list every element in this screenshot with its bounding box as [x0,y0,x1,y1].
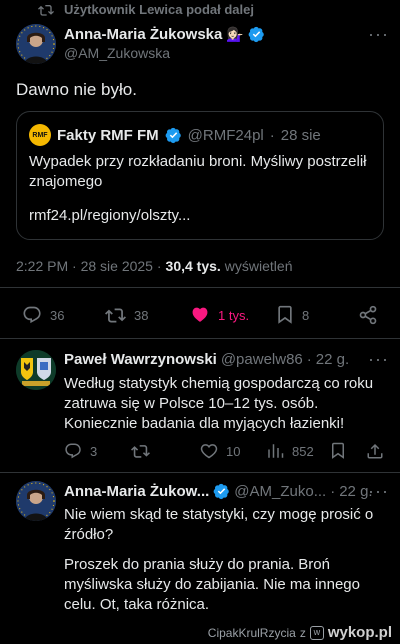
divider [0,287,400,288]
author-handle[interactable]: @AM_Zuko... [234,483,326,500]
wykop-logo-icon: w [309,625,324,640]
reply-count: 3 [90,443,98,459]
repost-button[interactable]: 38 [105,305,148,325]
reply-text: Nie wiem skąd te statystyki, czy mogę pr… [64,506,374,543]
share-icon [367,443,383,459]
avatar[interactable] [16,24,56,64]
heart-icon [200,444,218,459]
like-count: 10 [226,443,241,459]
author-name[interactable]: Paweł Wawrzynowski [64,351,217,368]
author-name[interactable]: Anna-Maria Żukowska [64,26,222,43]
views-icon [268,444,284,458]
tweet-meta: 2:22 PM · 28 sie 2025 · 30,4 tys. wyświe… [16,258,293,274]
bookmark-icon [332,442,344,459]
quote-handle: @RMF24pl [187,126,264,144]
divider [0,338,400,339]
avatar[interactable] [16,481,56,521]
quote-link[interactable]: rmf24.pl/regiony/olszty... [29,207,190,224]
reply-time[interactable]: 22 g. [316,351,349,368]
tweet-text: Dawno nie było. [16,80,137,99]
author-handle[interactable]: @AM_Zukowska [64,45,170,61]
reply-icon [23,306,41,324]
verified-badge-icon [165,127,182,144]
watermark-z: z [299,625,306,640]
verified-badge-icon [213,483,230,500]
more-options-icon[interactable]: ··· [368,481,389,502]
watermark: CipakKrulRzycia z w wykop.pl [208,624,392,641]
reply-dot: · [330,483,336,500]
divider [0,472,400,473]
watermark-brand: wykop.pl [327,624,392,641]
author-name[interactable]: Anna-Maria Żukow... [64,483,209,500]
quote-card[interactable]: RMF Fakty RMF FM @RMF24pl · 28 sie Wypad… [16,111,384,240]
views-button[interactable]: 852 [266,442,314,460]
reply-text: Według statystyk chemią gospodarczą co r… [64,375,374,432]
repost-button[interactable] [131,442,158,460]
reply-count: 36 [50,307,65,323]
reply-button[interactable]: 3 [64,442,97,460]
more-options-icon[interactable]: ··· [368,349,389,370]
tweet-time[interactable]: 2:22 PM · 28 sie 2025 · [16,258,162,274]
reply-dot: · [306,351,312,368]
reply-icon [65,443,81,459]
repost-header-text: Użytkownik Lewica podał dalej [64,2,254,17]
repost-icon [38,3,54,17]
bookmark-button[interactable]: 8 [276,305,309,325]
watermark-user: CipakKrulRzycia [207,625,296,640]
reply-button[interactable]: 36 [22,305,64,325]
repost-count: 38 [134,307,149,323]
avatar[interactable] [16,350,56,390]
quote-author-name: Fakty RMF FM [57,126,159,144]
quote-text: Wypadek przy rozkładaniu broni. Myśliwy … [29,153,367,190]
heart-icon [192,307,208,322]
verified-badge-icon [248,26,265,43]
views-count: 30,4 tys. [165,258,221,274]
bookmark-button[interactable] [330,442,346,465]
bookmark-icon [278,305,292,324]
author-emoji: 💁🏻‍♀️ [226,26,244,42]
share-button[interactable] [366,442,384,465]
quote-dot: · [269,126,275,144]
like-button[interactable]: 10 [200,442,240,460]
repost-icon [131,445,150,458]
repost-header[interactable]: Użytkownik Lewica podał dalej [38,2,254,17]
repost-icon [105,308,126,323]
views-label: wyświetleń [224,258,293,274]
like-button[interactable]: 1 tys. [190,305,249,325]
share-button[interactable] [358,305,378,330]
author-handle[interactable]: @pawelw86 [221,351,303,368]
quote-avatar: RMF [29,124,51,146]
views-count: 852 [292,443,314,459]
bookmark-count: 8 [302,307,310,323]
like-count: 1 tys. [218,307,250,323]
quote-date: 28 sie [280,126,321,144]
share-icon [359,305,377,325]
reply-text: Proszek do prania służy do prania. Broń … [64,556,360,613]
more-options-icon[interactable]: ··· [368,24,389,45]
